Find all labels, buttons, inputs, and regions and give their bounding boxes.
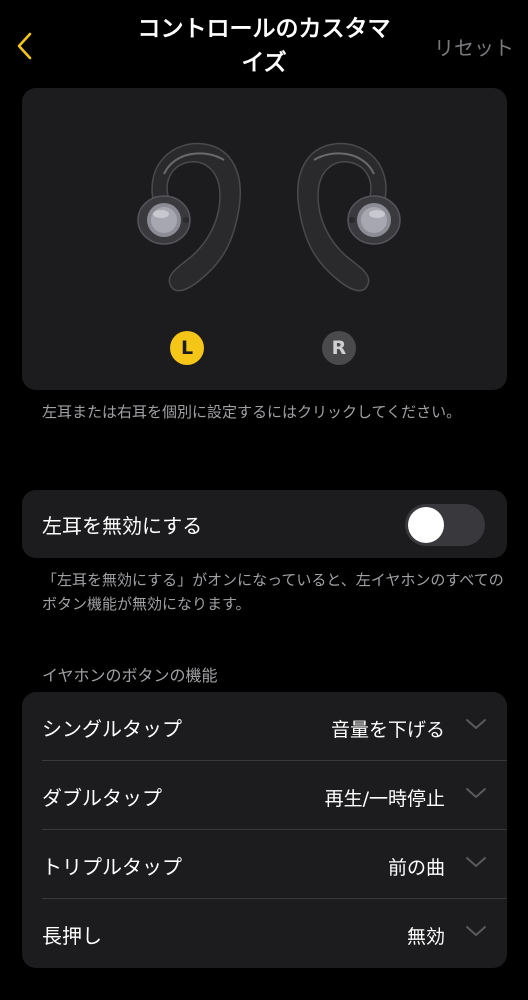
function-name: シングルタップ <box>42 717 182 741</box>
right-earbud-icon <box>297 142 401 292</box>
left-earbud-icon <box>137 142 241 292</box>
button-functions-section-title: イヤホンのボタンの機能 <box>42 666 218 685</box>
function-row-triple-tap[interactable]: トリプルタップ 前の曲 <box>22 830 507 899</box>
chevron-left-icon <box>17 32 32 60</box>
page-title-line-1: コントロールのカスタマ <box>137 16 391 42</box>
function-value: 音量を下げる <box>330 719 445 741</box>
function-value: 無効 <box>406 926 445 948</box>
function-value: 再生/一時停止 <box>324 788 445 810</box>
function-name: 長押し <box>42 924 102 948</box>
back-button[interactable] <box>12 28 40 64</box>
right-earbud-badge[interactable]: R <box>322 331 356 365</box>
button-functions-list: シングルタップ 音量を下げる ダブルタップ 再生/一時停止 トリプルタップ 前の… <box>22 692 507 968</box>
disable-left-ear-hint: 「左耳を無効にする」がオンになっていると、左イヤホンのすべてのボタン機能が無効に… <box>42 571 504 613</box>
function-row-long-press[interactable]: 長押し 無効 <box>22 899 507 968</box>
function-value: 前の曲 <box>387 857 445 879</box>
toggle-knob <box>408 507 444 543</box>
function-name: トリプルタップ <box>42 855 182 879</box>
navigation-bar: コントロールのカスタマ イズ リセット <box>0 0 528 88</box>
left-earbud-image[interactable] <box>134 134 254 314</box>
disable-left-ear-toggle[interactable] <box>405 504 485 546</box>
function-name: ダブルタップ <box>42 786 162 810</box>
chevron-down-icon <box>466 926 486 936</box>
chevron-down-icon <box>466 719 486 729</box>
function-row-double-tap[interactable]: ダブルタップ 再生/一時停止 <box>22 761 507 830</box>
earbud-select-hint: 左耳または右耳を個別に設定するにはクリックしてください。 <box>42 403 462 421</box>
disable-left-ear-label: 左耳を無効にする <box>42 514 203 538</box>
page-title: コントロールのカスタマ イズ <box>120 12 408 80</box>
disable-left-ear-row: 左耳を無効にする <box>22 490 507 558</box>
reset-button[interactable]: リセット <box>434 32 514 61</box>
left-earbud-badge[interactable]: L <box>170 331 204 365</box>
chevron-down-icon <box>466 857 486 867</box>
chevron-down-icon <box>466 788 486 798</box>
right-earbud-image[interactable] <box>284 134 404 314</box>
page-title-line-2: イズ <box>241 50 287 76</box>
earbud-selector-card: L R <box>22 88 507 390</box>
function-row-single-tap[interactable]: シングルタップ 音量を下げる <box>22 692 507 761</box>
